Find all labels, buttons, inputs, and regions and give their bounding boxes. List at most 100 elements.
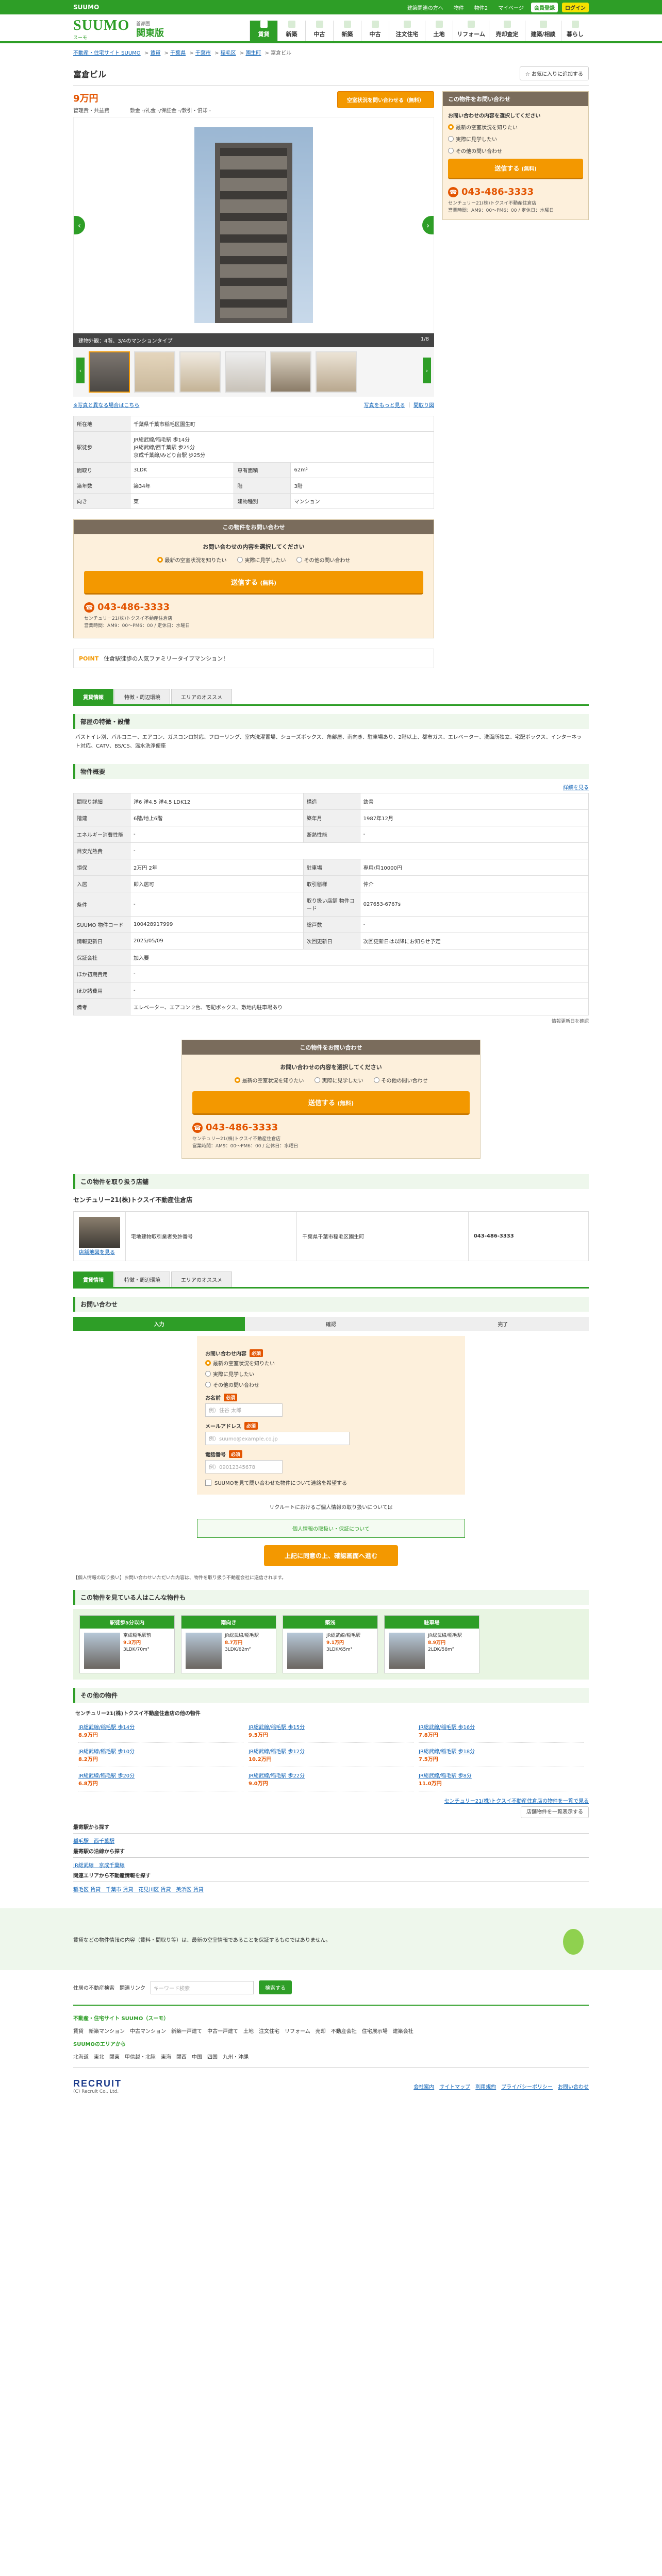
area-link[interactable]: 稲毛区 賃貸 千葉市 賃貸 花見川区 賃貸 美浜区 賃貸 [73, 1887, 204, 1893]
side-radio-other[interactable]: その他の問い合わせ [448, 147, 583, 155]
footer-link[interactable]: サイトマップ [439, 2082, 470, 2090]
side-radio-vacancy[interactable]: 最新の空室状況を知りたい [448, 123, 583, 131]
other-item[interactable]: JR総武線/稲毛駅 歩8分 11.0万円 [419, 1772, 584, 1792]
breadcrumb-item[interactable]: 千葉県 [170, 50, 186, 56]
others-list-button[interactable]: 店舗物件を一覧表示する [521, 1806, 589, 1819]
register-button[interactable]: 会員登録 [531, 2, 558, 12]
thumbnail[interactable] [179, 351, 221, 393]
breadcrumb-item[interactable]: 賃貸 [150, 50, 160, 56]
center-radio-visit[interactable]: 実際に見学したい [314, 1076, 363, 1084]
footer-link[interactable]: プライバシーポリシー [501, 2082, 553, 2090]
gnav-land[interactable]: 土地 [425, 21, 453, 41]
thumb-next-icon[interactable]: › [423, 358, 431, 383]
region-label[interactable]: 首都圏 関東版 [136, 20, 164, 38]
prev-photo-icon[interactable]: ‹ [74, 216, 85, 234]
other-item[interactable]: JR総武線/稲毛駅 歩15分 9.5万円 [249, 1724, 413, 1743]
tab-rent-info[interactable]: 賃貸情報 [73, 1272, 113, 1287]
top-link-1[interactable]: 物件 [451, 3, 467, 12]
thumbnail[interactable] [316, 351, 357, 393]
photo-diff-link[interactable]: ※写真と異なる場合はこちら [73, 401, 139, 409]
center-phone-number[interactable]: ☎ 043-486-3333 [192, 1122, 470, 1133]
tab-features[interactable]: 特徴・周辺環境 [114, 689, 170, 704]
other-item[interactable]: JR総武線/稲毛駅 歩20分 6.8万円 [78, 1772, 243, 1792]
gnav-used-house[interactable]: 中古 [361, 21, 389, 41]
tab-area[interactable]: エリアのオススメ [171, 689, 232, 704]
privacy-box[interactable]: 個人情報の取扱い・保証について [197, 1519, 465, 1538]
form-radio-visit[interactable]: 実際に見学したい [205, 1370, 457, 1378]
station-link[interactable]: 稲毛駅 西千葉駅 [73, 1839, 114, 1844]
side-phone-number[interactable]: ☎ 043-486-3333 [448, 187, 583, 197]
thumbnail[interactable] [89, 351, 130, 393]
form-radio-other[interactable]: その他の問い合わせ [205, 1381, 457, 1388]
floorplan-link[interactable]: 間取り図 [413, 403, 434, 409]
breadcrumb-item[interactable]: 千葉市 [195, 50, 211, 56]
search-button[interactable]: 検索する [259, 1980, 292, 1995]
inquiry-radio-visit[interactable]: 実際に見学したい [237, 556, 286, 564]
keyword-search-input[interactable]: キーワード検索 [151, 1980, 254, 1994]
gnav-sell[interactable]: 売却査定 [489, 21, 525, 41]
other-item[interactable]: JR総武線/稲毛駅 歩22分 9.0万円 [249, 1772, 413, 1792]
inquiry-radio-other[interactable]: その他の問い合わせ [296, 556, 351, 564]
vacancy-inquiry-button[interactable]: 空室状況を問い合わせる（無料） [337, 91, 434, 108]
inquiry-radio-vacancy[interactable]: 最新の空室状況を知りたい [157, 556, 227, 564]
tab-rent-info[interactable]: 賃貸情報 [73, 689, 113, 704]
confirm-button[interactable]: 上記に同意の上、確認画面へ進む [264, 1545, 398, 1566]
gnav-used-mansion[interactable]: 中古 [305, 21, 333, 41]
gnav-living[interactable]: 暮らし [561, 21, 589, 41]
breadcrumb-item[interactable]: 園生町 [245, 50, 261, 56]
contact-checkbox[interactable]: SUUMOを見て問い合わせた物件について連絡を希望する [205, 1479, 457, 1486]
top-bar-brand[interactable]: SUUMO [73, 4, 99, 11]
shop-name[interactable]: センチュリー21(株)トクスイ不動産住倉店 [73, 1193, 589, 1206]
gnav-consult[interactable]: 建築/相談 [525, 21, 561, 41]
other-item[interactable]: JR総武線/稲毛駅 歩12分 10.2万円 [249, 1748, 413, 1768]
top-link-2[interactable]: 物件2 [471, 3, 491, 12]
center-radio-vacancy[interactable]: 最新の空室状況を知りたい [234, 1076, 304, 1084]
gnav-new-house[interactable]: 新築 [333, 21, 361, 41]
other-item[interactable]: JR総武線/稲毛駅 歩14分 8.9万円 [78, 1724, 243, 1743]
building-photo[interactable] [194, 127, 313, 323]
email-field[interactable]: 例）suumo@example.co.jp [205, 1432, 350, 1445]
gnav-custom-house[interactable]: 注文住宅 [389, 21, 425, 41]
gnav-reform[interactable]: リフォーム [453, 21, 489, 41]
side-send-button[interactable]: 送信する (無料) [448, 159, 583, 179]
suumo-logo[interactable]: SUUMO スーモ [73, 18, 135, 41]
next-photo-icon[interactable]: › [422, 216, 434, 234]
tab-area[interactable]: エリアのオススメ [171, 1272, 232, 1287]
recruit-logo[interactable]: RECRUIT [73, 2078, 122, 2089]
gnav-rent[interactable]: 賃貸 [250, 21, 277, 41]
phone-number[interactable]: ☎ 043-486-3333 [84, 602, 423, 613]
login-button[interactable]: ログイン [562, 2, 589, 12]
send-inquiry-button[interactable]: 送信する (無料) [84, 571, 423, 595]
rec-card[interactable]: 築浅 JR総武線/稲毛駅 9.1万円 3LDK/65m² [283, 1615, 378, 1674]
shop-map-link[interactable]: 店舗地図を見る [79, 1250, 115, 1256]
other-item[interactable]: JR総武線/稲毛駅 歩16分 7.8万円 [419, 1724, 584, 1743]
gnav-new-mansion[interactable]: 新築 [277, 21, 305, 41]
breadcrumb-item[interactable]: 不動産・住宅サイト SUUMO [73, 50, 141, 56]
footer-link[interactable]: お問い合わせ [558, 2082, 589, 2090]
add-favorite-button[interactable]: ☆ お気に入りに追加する [519, 66, 589, 80]
side-radio-visit[interactable]: 実際に見学したい [448, 135, 583, 143]
rec-card[interactable]: 駅徒歩5分以内 京成稲毛駅前 9.3万円 3LDK/70m² [79, 1615, 175, 1674]
footer-link[interactable]: 会社案内 [413, 2082, 434, 2090]
breadcrumb-item[interactable]: 稲毛区 [221, 50, 236, 56]
center-radio-other[interactable]: その他の問い合わせ [373, 1076, 428, 1084]
tel-field[interactable]: 例）09012345678 [205, 1460, 283, 1473]
other-item[interactable]: JR総武線/稲毛駅 歩18分 7.5万円 [419, 1748, 584, 1768]
thumb-prev-icon[interactable]: ‹ [76, 358, 85, 383]
others-more-link[interactable]: センチュリー21(株)トクスイ不動産住倉店の物件を一覧で見る [444, 1799, 589, 1804]
form-radio-vacancy[interactable]: 最新の空室状況を知りたい [205, 1359, 457, 1367]
tab-features[interactable]: 特徴・周辺環境 [114, 1272, 170, 1287]
other-item[interactable]: JR総武線/稲毛駅 歩10分 8.2万円 [78, 1748, 243, 1768]
more-photos-link[interactable]: 写真をもっと見る [364, 403, 405, 409]
top-link-0[interactable]: 建築関連の方へ [404, 3, 446, 12]
thumbnail[interactable] [134, 351, 175, 393]
line-link[interactable]: JR総武線 京成千葉線 [73, 1863, 125, 1869]
thumbnail[interactable] [225, 351, 266, 393]
center-send-button[interactable]: 送信する (無料) [192, 1091, 470, 1115]
rec-card[interactable]: 南向き JR総武線/稲毛駅 8.7万円 3LDK/62m² [181, 1615, 276, 1674]
detail-link[interactable]: 詳細を見る [563, 785, 589, 791]
rec-card[interactable]: 駐車場 JR総武線/稲毛駅 8.9万円 2LDK/58m² [384, 1615, 479, 1674]
footer-link[interactable]: 利用規約 [475, 2082, 496, 2090]
top-link-3[interactable]: マイページ [495, 3, 527, 12]
thumbnail[interactable] [270, 351, 311, 393]
